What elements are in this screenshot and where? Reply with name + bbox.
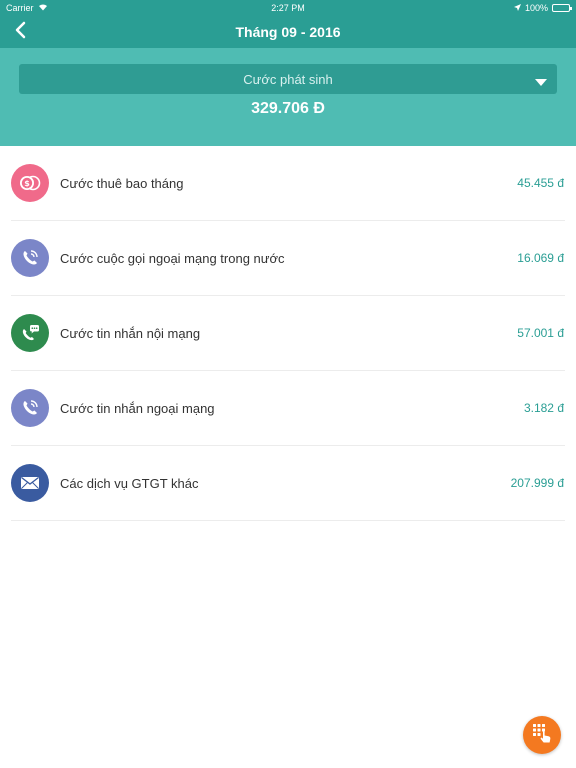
battery-percent: 100% bbox=[524, 3, 548, 13]
coins-icon: $ bbox=[11, 164, 49, 202]
item-amount: 16.069 đ bbox=[517, 251, 564, 265]
item-label: Cước cuộc gọi ngoại mạng trong nước bbox=[60, 250, 285, 266]
page-title: Tháng 09 - 2016 bbox=[235, 24, 341, 40]
status-bar: Carrier 2:27 PM 100% bbox=[0, 0, 576, 16]
phone-call-icon bbox=[11, 239, 49, 277]
item-label: Cước tin nhắn nội mạng bbox=[60, 325, 201, 341]
item-amount: 57.001 đ bbox=[517, 326, 564, 340]
phone-message-icon bbox=[11, 314, 49, 352]
envelope-icon bbox=[11, 464, 49, 502]
status-right: 100% bbox=[513, 3, 572, 13]
keypad-tap-icon bbox=[531, 722, 553, 749]
back-button[interactable] bbox=[8, 20, 32, 44]
list-item[interactable]: Cước tin nhắn ngoại mạng 3.182 đ bbox=[11, 371, 565, 446]
item-label: Cước tin nhắn ngoại mạng bbox=[60, 400, 215, 416]
chevron-left-icon bbox=[14, 21, 26, 44]
carrier-label: Carrier bbox=[6, 3, 34, 13]
battery-icon bbox=[552, 4, 572, 12]
list-item[interactable]: $ Cước thuê bao tháng 45.455 đ bbox=[11, 146, 565, 221]
nav-bar: Tháng 09 - 2016 bbox=[0, 16, 576, 48]
list-item[interactable]: Các dịch vụ GTGT khác 207.999 đ bbox=[11, 446, 565, 521]
list-item[interactable]: Cước tin nhắn nội mạng 57.001 đ bbox=[11, 296, 565, 371]
list-item[interactable]: Cước cuộc gọi ngoại mạng trong nước 16.0… bbox=[11, 221, 565, 296]
status-time: 2:27 PM bbox=[271, 3, 305, 13]
location-arrow-icon bbox=[513, 3, 521, 13]
item-amount: 3.182 đ bbox=[523, 401, 564, 415]
charge-type-dropdown[interactable]: Cước phát sinh bbox=[19, 64, 557, 94]
dropdown-selected-value: Cước phát sinh bbox=[243, 71, 333, 87]
charge-list: $ Cước thuê bao tháng 45.455 đ Cước cuộc… bbox=[0, 146, 576, 521]
total-amount: 329.706 Đ bbox=[251, 100, 325, 117]
status-left: Carrier bbox=[6, 3, 48, 13]
item-amount: 45.455 đ bbox=[517, 176, 564, 190]
item-label: Cước thuê bao tháng bbox=[60, 175, 184, 191]
item-amount: 207.999 đ bbox=[510, 476, 564, 490]
wifi-icon bbox=[38, 3, 48, 13]
phone-call-icon bbox=[11, 389, 49, 427]
keypad-fab-button[interactable] bbox=[523, 716, 561, 754]
svg-text:$: $ bbox=[24, 179, 30, 188]
item-label: Các dịch vụ GTGT khác bbox=[60, 475, 199, 491]
summary-panel: Cước phát sinh 329.706 Đ bbox=[0, 48, 576, 146]
caret-down-icon bbox=[535, 75, 547, 90]
